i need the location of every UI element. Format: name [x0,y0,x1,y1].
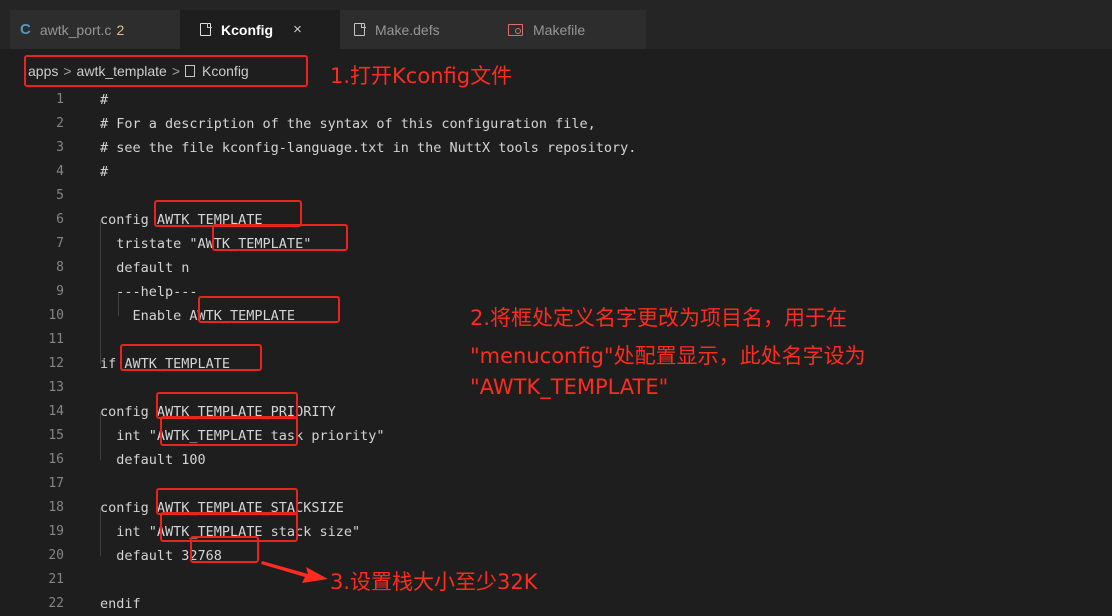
line-number: 3 [56,140,64,155]
tab-make-defs[interactable]: Make.defs [340,10,490,49]
close-icon[interactable]: × [293,21,302,38]
highlight-box-stacksize-name [156,488,298,515]
code-line: 9 ---help--- [0,280,1112,304]
annotation-step2-line3: "AWTK_TEMPLATE" [470,375,669,399]
tab-label: Makefile [533,21,586,38]
line-number: 8 [56,260,64,275]
code-line: 22 endif [0,592,1112,616]
line-number: 11 [48,332,64,347]
code-line: 4 # [0,160,1112,184]
code-line: 16 default 100 [0,448,1112,472]
highlight-box-priority-name [156,392,298,419]
line-number: 10 [48,308,64,323]
code-line: 1 # [0,88,1112,112]
highlight-box-stack-value [190,536,259,563]
code-text: # For a description of the syntax of thi… [100,116,596,132]
line-number: 22 [48,596,64,611]
code-line: 7 tristate "AWTK_TEMPLATE" [0,232,1112,256]
line-number: 2 [56,116,64,131]
highlight-box-config-name [154,200,302,227]
line-number: 18 [48,500,64,515]
code-text: default 100 [100,452,206,468]
code-text: # see the file kconfig-language.txt in t… [100,140,637,156]
code-text: # [100,92,109,108]
code-line: 21 [0,568,1112,592]
line-number: 17 [48,476,64,491]
code-text: endif [100,596,141,612]
file-icon [200,22,212,36]
line-number: 14 [48,404,64,419]
code-line: 3 # see the file kconfig-language.txt in … [0,136,1112,160]
makefile-icon [508,23,523,36]
annotation-step3: 3.设置栈大小至少32K [330,570,538,594]
code-text: # [100,164,109,180]
code-line: 20 default 32768 [0,544,1112,568]
file-icon [354,22,366,36]
tab-kconfig[interactable]: Kconfig × [180,10,340,49]
code-line: 2 # For a description of the syntax of th… [0,112,1112,136]
tab-awtk-port-c[interactable]: C awtk_port.c 2 [20,10,180,49]
annotation-step2-line1: 2.将框处定义名字更改为项目名，用于在 [470,306,848,330]
problem-count-badge: 2 [116,21,125,38]
line-number: 6 [56,212,64,227]
line-number: 7 [56,236,64,251]
tab-makefile[interactable]: Makefile [490,10,646,49]
line-number: 16 [48,452,64,467]
highlight-box-tristate-name [212,224,348,251]
highlight-box-if-name [120,344,262,371]
line-number: 4 [56,164,64,179]
annotation-step1: 1.打开Kconfig文件 [330,64,513,88]
c-file-icon: C [20,21,31,38]
line-number: 13 [48,380,64,395]
highlight-box-breadcrumb [24,55,308,87]
tab-label: Make.defs [375,21,440,38]
line-number: 21 [48,572,64,587]
highlight-box-enable-name [198,296,340,323]
tab-label: Kconfig [221,21,274,38]
code-line: 8 default n [0,256,1112,280]
line-number: 9 [56,284,64,299]
line-number: 1 [56,92,64,107]
line-number: 19 [48,524,64,539]
line-number: 12 [48,356,64,371]
line-number: 20 [48,548,64,563]
annotation-step2-line2: "menuconfig"处配置显示，此处名字设为 [470,344,866,368]
arrow-icon [261,561,328,583]
line-number: 5 [56,188,64,203]
tab-label: awtk_port.c [39,21,112,38]
highlight-box-priority-string [160,416,298,446]
code-text: ---help--- [100,284,198,300]
line-number: 15 [48,428,64,443]
code-text: default n [100,260,190,276]
